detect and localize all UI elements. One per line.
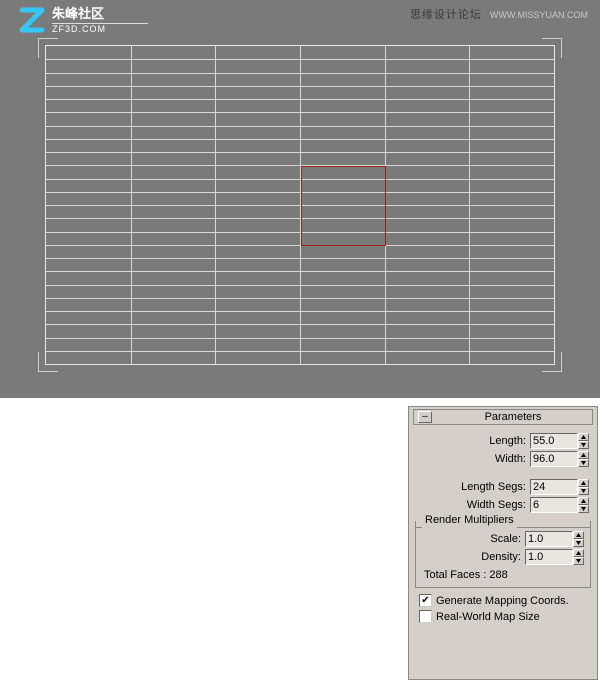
spinner-down-icon[interactable]	[578, 441, 589, 449]
spinner-down-icon[interactable]	[578, 505, 589, 513]
render-multipliers-legend: Render Multipliers	[422, 514, 517, 526]
scale-input[interactable]	[525, 531, 573, 547]
spinner-down-icon[interactable]	[578, 487, 589, 495]
selection-gizmo[interactable]	[301, 166, 386, 246]
density-spinner[interactable]	[525, 549, 584, 565]
generate-mapping-row[interactable]: ✔ Generate Mapping Coords.	[419, 594, 587, 607]
width-segs-spinner[interactable]	[530, 497, 589, 513]
length-spinner[interactable]	[530, 433, 589, 449]
length-segs-row: Length Segs:	[413, 479, 593, 495]
spinner-down-icon[interactable]	[578, 459, 589, 467]
scale-label: Scale:	[490, 533, 521, 545]
spinner-down-icon[interactable]	[573, 557, 584, 565]
spinner-down-icon[interactable]	[573, 539, 584, 547]
width-segs-label: Width Segs:	[467, 499, 526, 511]
logo-subtitle: ZF3D.COM	[52, 24, 148, 34]
plane-wireframe	[46, 46, 554, 364]
plane-object[interactable]	[45, 45, 555, 365]
scale-row: Scale:	[418, 531, 588, 547]
watermark-url: WWW.MISSYUAN.COM	[490, 10, 588, 20]
real-world-checkbox[interactable]	[419, 610, 432, 623]
scale-spinner[interactable]	[525, 531, 584, 547]
check-icon: ✔	[421, 596, 429, 606]
spinner-up-icon[interactable]	[578, 451, 589, 459]
density-row: Density:	[418, 549, 588, 565]
render-multipliers-group: Render Multipliers Scale: Density:	[415, 521, 591, 588]
length-segs-label: Length Segs:	[461, 481, 526, 493]
rollout-title: Parameters	[438, 411, 588, 423]
real-world-row[interactable]: Real-World Map Size	[419, 610, 587, 623]
logo-title: 朱峰社区	[52, 7, 148, 21]
spinner-up-icon[interactable]	[578, 497, 589, 505]
width-segs-input[interactable]	[530, 497, 578, 513]
width-spinner[interactable]	[530, 451, 589, 467]
width-label: Width:	[495, 453, 526, 465]
total-faces: Total Faces : 288	[418, 567, 588, 583]
length-input[interactable]	[530, 433, 578, 449]
watermark-text: 思缘设计论坛	[410, 9, 482, 21]
length-segs-spinner[interactable]	[530, 479, 589, 495]
watermark: 思缘设计论坛 WWW.MISSYUAN.COM	[410, 6, 588, 22]
generate-mapping-checkbox[interactable]: ✔	[419, 594, 432, 607]
width-row: Width:	[413, 451, 593, 467]
length-segs-input[interactable]	[530, 479, 578, 495]
generate-mapping-label: Generate Mapping Coords.	[436, 595, 569, 607]
length-row: Length:	[413, 433, 593, 449]
density-input[interactable]	[525, 549, 573, 565]
spinner-up-icon[interactable]	[578, 433, 589, 441]
spinner-up-icon[interactable]	[578, 479, 589, 487]
collapse-button[interactable]: –	[418, 411, 432, 423]
logo-icon	[18, 6, 46, 34]
density-label: Density:	[481, 551, 521, 563]
width-input[interactable]	[530, 451, 578, 467]
length-label: Length:	[489, 435, 526, 447]
spinner-up-icon[interactable]	[573, 549, 584, 557]
real-world-label: Real-World Map Size	[436, 611, 540, 623]
viewport[interactable]: 思缘设计论坛 WWW.MISSYUAN.COM 朱峰社区 ZF3D.COM	[0, 0, 600, 398]
width-segs-row: Width Segs:	[413, 497, 593, 513]
parameters-panel: – Parameters Length: Width: Length Segs:	[408, 406, 598, 680]
logo: 朱峰社区 ZF3D.COM	[18, 6, 148, 34]
rollout-header[interactable]: – Parameters	[413, 409, 593, 425]
